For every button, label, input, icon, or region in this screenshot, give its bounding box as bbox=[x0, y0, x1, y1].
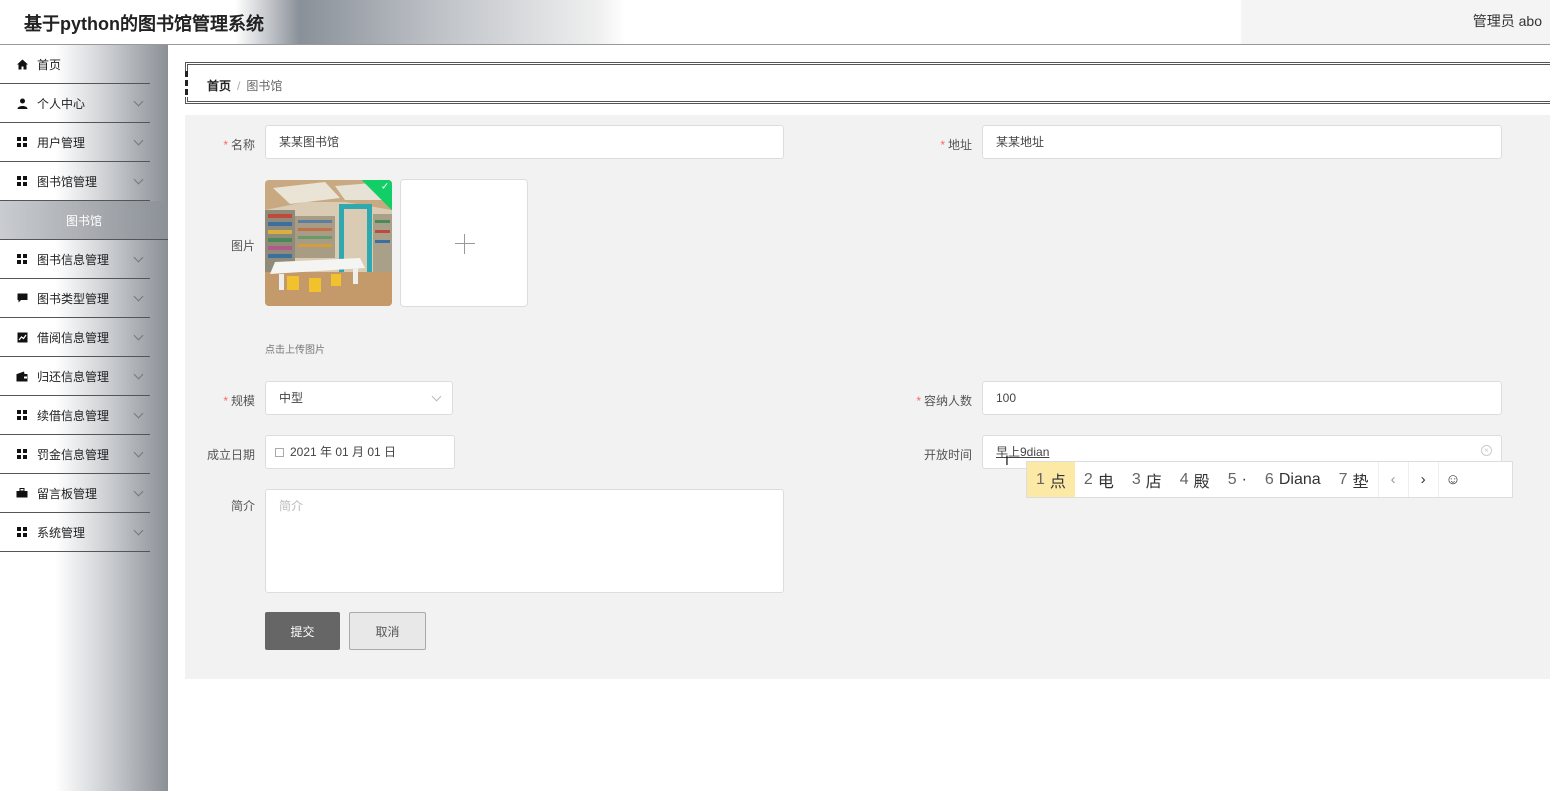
ime-candidate-bar: 1点 2电 3店 4殿 5 · 6 Diana 7垫 ‹ › ☺ bbox=[1026, 461, 1513, 498]
sidebar-item-renew-info[interactable]: 续借信息管理 bbox=[0, 396, 150, 435]
sidebar-item-label: 续借信息管理 bbox=[37, 408, 110, 423]
user-icon bbox=[16, 97, 28, 109]
scale-label: * 规模 bbox=[223, 394, 255, 408]
breadcrumb: 首页 / 图书馆 bbox=[207, 77, 282, 94]
grid-icon bbox=[16, 448, 28, 460]
ime-candidate[interactable]: 3店 bbox=[1123, 462, 1171, 497]
chevron-down-icon bbox=[133, 369, 144, 380]
date-label: 成立日期 bbox=[206, 448, 255, 462]
chevron-down-icon bbox=[133, 291, 144, 302]
sidebar-item-personal-center[interactable]: 个人中心 bbox=[0, 84, 150, 123]
sidebar-item-book-type[interactable]: 图书类型管理 bbox=[0, 279, 150, 318]
briefcase-icon bbox=[16, 487, 28, 499]
breadcrumb-current: 图书馆 bbox=[246, 79, 283, 93]
open-time-value: 早上9dian bbox=[996, 445, 1050, 459]
intro-textarea[interactable]: 简介 bbox=[265, 489, 784, 593]
chevron-down-icon bbox=[133, 96, 144, 107]
submit-button[interactable]: 提交 bbox=[265, 612, 340, 650]
breadcrumb-home[interactable]: 首页 bbox=[207, 79, 231, 93]
ime-candidate[interactable]: 1点 bbox=[1027, 462, 1075, 497]
sidebar-item-label: 图书馆管理 bbox=[37, 174, 98, 189]
breadcrumb-separator: / bbox=[237, 79, 241, 93]
chevron-down-icon bbox=[133, 135, 144, 146]
ime-candidate[interactable]: 4殿 bbox=[1171, 462, 1219, 497]
sidebar-item-label: 系统管理 bbox=[37, 525, 86, 540]
sidebar-item-message-board[interactable]: 留言板管理 bbox=[0, 474, 150, 513]
grid-icon bbox=[16, 526, 28, 538]
ime-candidate[interactable]: 2电 bbox=[1075, 462, 1123, 497]
grid-icon bbox=[16, 175, 28, 187]
sidebar-item-label: 归还信息管理 bbox=[37, 369, 110, 384]
chevron-down-icon bbox=[133, 486, 144, 497]
chevron-down-icon bbox=[133, 447, 144, 458]
clear-icon[interactable]: × bbox=[1481, 445, 1492, 456]
address-field[interactable]: 某某地址 bbox=[982, 125, 1502, 159]
comment-icon bbox=[16, 292, 28, 304]
ime-candidate[interactable]: 7垫 bbox=[1330, 462, 1378, 497]
chevron-down-icon bbox=[431, 391, 442, 402]
image-label: 图片 bbox=[230, 239, 255, 253]
library-photo-image bbox=[265, 180, 392, 306]
check-icon: ✓ bbox=[380, 181, 390, 193]
cancel-button[interactable]: 取消 bbox=[349, 612, 426, 650]
capacity-label: * 容纳人数 bbox=[916, 394, 972, 408]
address-label: * 地址 bbox=[940, 138, 972, 152]
chevron-down-icon bbox=[133, 525, 144, 536]
sidebar-item-label: 图书类型管理 bbox=[37, 291, 110, 306]
sidebar-item-home[interactable]: 首页 bbox=[0, 45, 150, 84]
ime-candidate[interactable]: 5 · bbox=[1219, 462, 1256, 497]
chart-icon bbox=[16, 331, 28, 343]
sidebar-item-label: 留言板管理 bbox=[37, 486, 98, 501]
ime-candidate[interactable]: 6 Diana bbox=[1256, 462, 1330, 497]
grid-icon bbox=[16, 136, 28, 148]
chevron-down-icon bbox=[133, 408, 144, 419]
sidebar: 首页 个人中心 用户管理 图书馆管理 图书馆 图书信息管理 图书类型管理 借阅信… bbox=[0, 45, 168, 791]
sidebar-subitem-library[interactable]: 图书馆 bbox=[0, 201, 168, 240]
intro-label: 简介 bbox=[230, 499, 255, 513]
app-title: 基于python的图书馆管理系统 bbox=[24, 14, 264, 34]
scale-value: 中型 bbox=[279, 391, 304, 405]
upload-hint: 点击上传图片 bbox=[265, 345, 325, 356]
sidebar-item-label: 罚金信息管理 bbox=[37, 447, 110, 462]
sidebar-item-label: 图书信息管理 bbox=[37, 252, 110, 267]
upload-button[interactable] bbox=[400, 179, 528, 307]
ime-next-page-icon[interactable]: › bbox=[1407, 462, 1438, 497]
top-header: 基于python的图书馆管理系统 管理员 abo bbox=[0, 0, 1550, 45]
name-label: * 名称 bbox=[223, 138, 255, 152]
text-cursor-icon: I bbox=[1005, 452, 1009, 468]
sidebar-item-label: 首页 bbox=[37, 57, 62, 72]
sidebar-item-library-management[interactable]: 图书馆管理 bbox=[0, 162, 150, 201]
sidebar-item-label: 用户管理 bbox=[37, 135, 86, 150]
open-time-label: 开放时间 bbox=[923, 448, 972, 462]
sidebar-item-users[interactable]: 用户管理 bbox=[0, 123, 150, 162]
calendar-icon bbox=[275, 448, 284, 457]
sidebar-item-fine-info[interactable]: 罚金信息管理 bbox=[0, 435, 150, 474]
chevron-down-icon bbox=[133, 330, 144, 341]
wallet-icon bbox=[16, 370, 28, 382]
emoji-icon[interactable]: ☺ bbox=[1437, 462, 1468, 497]
breadcrumb-bar: 首页 / 图书馆 bbox=[185, 62, 1550, 104]
grid-icon bbox=[16, 253, 28, 265]
sidebar-item-system[interactable]: 系统管理 bbox=[0, 513, 150, 552]
name-field[interactable]: 某某图书馆 bbox=[265, 125, 784, 159]
grid-icon bbox=[16, 409, 28, 421]
chevron-down-icon bbox=[133, 252, 144, 263]
sidebar-item-label: 图书馆 bbox=[65, 213, 102, 228]
uploaded-library-photo[interactable]: ✓ bbox=[265, 180, 392, 306]
sidebar-item-borrow-info[interactable]: 借阅信息管理 bbox=[0, 318, 150, 357]
sidebar-item-label: 借阅信息管理 bbox=[37, 330, 110, 345]
user-menu[interactable]: 管理员 abo bbox=[1473, 11, 1542, 31]
sidebar-item-return-info[interactable]: 归还信息管理 bbox=[0, 357, 150, 396]
capacity-field[interactable]: 100 bbox=[982, 381, 1502, 415]
sidebar-item-label: 个人中心 bbox=[37, 96, 86, 111]
sidebar-item-book-info[interactable]: 图书信息管理 bbox=[0, 240, 150, 279]
home-icon bbox=[16, 58, 28, 70]
library-form: * 名称 某某图书馆 * 地址 某某地址 图片 ✓ 点击上传图片 * 规模 中型… bbox=[185, 115, 1550, 679]
scale-select[interactable]: 中型 bbox=[265, 381, 453, 415]
ime-prev-page-icon[interactable]: ‹ bbox=[1377, 462, 1408, 497]
date-value: 2021 年 01 月 01 日 bbox=[290, 445, 397, 459]
date-picker[interactable]: 2021 年 01 月 01 日 bbox=[265, 435, 455, 469]
chevron-down-icon bbox=[133, 174, 144, 185]
